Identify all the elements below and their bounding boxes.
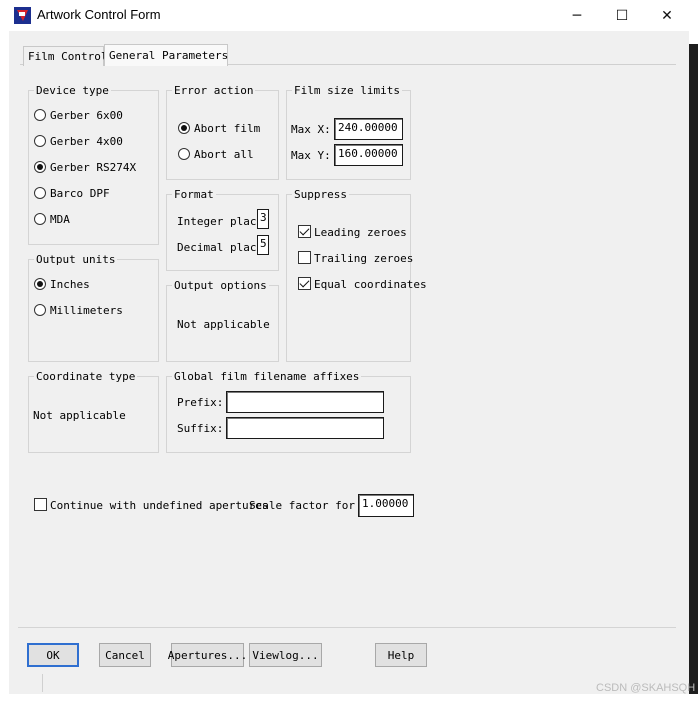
trailing-zeroes-label: Trailing zeroes <box>314 252 414 265</box>
device-gerber-rs274x-radio[interactable] <box>34 161 46 173</box>
output-options-label: Output options <box>172 279 269 292</box>
decimal-places-input[interactable]: 5 <box>257 235 269 255</box>
error-action-group <box>166 90 279 180</box>
continue-undefined-apertures-checkbox[interactable] <box>34 498 47 511</box>
watermark-text: CSDN @SKAHSQH <box>596 682 696 694</box>
format-group <box>166 194 279 271</box>
status-bar-separator <box>42 674 43 692</box>
app-icon <box>14 7 31 24</box>
coordinate-type-text: Not applicable <box>33 409 126 422</box>
leading-zeroes-label: Leading zeroes <box>314 226 407 239</box>
tab-film-control[interactable]: Film Control <box>23 46 108 66</box>
prefix-label: Prefix: <box>177 396 224 409</box>
footer-separator <box>18 627 676 628</box>
background-strip <box>689 44 698 694</box>
trailing-zeroes-checkbox[interactable] <box>298 251 311 264</box>
device-gerber-6x00-radio[interactable] <box>34 109 46 121</box>
inches-label: Inches <box>50 278 90 291</box>
device-barco-dpf-radio[interactable] <box>34 187 46 199</box>
continue-undefined-apertures-label: Continue with undefined apertures <box>50 499 269 512</box>
suffix-input[interactable] <box>226 417 384 439</box>
decimal-places-label: Decimal places <box>177 241 256 254</box>
error-action-label: Error action <box>172 84 256 97</box>
window-title: Artwork Control Form <box>37 7 161 22</box>
scale-factor-input[interactable]: 1.00000 <box>358 494 414 517</box>
max-x-input[interactable]: 240.00000 <box>334 118 403 140</box>
window-border-left <box>0 31 9 702</box>
maximize-icon[interactable]: ☐ <box>599 0 645 31</box>
close-icon[interactable]: ✕ <box>644 0 690 31</box>
abort-film-radio[interactable] <box>178 122 190 134</box>
suffix-label: Suffix: <box>177 422 224 435</box>
output-options-text: Not applicable <box>177 318 270 331</box>
output-units-label: Output units <box>34 253 118 266</box>
leading-zeroes-checkbox[interactable] <box>298 225 311 238</box>
film-size-limits-label: Film size limits <box>292 84 402 97</box>
device-option-label: MDA <box>50 213 70 226</box>
tab-label: Film Control <box>28 50 108 63</box>
ok-button[interactable]: OK <box>27 643 79 667</box>
max-y-input[interactable]: 160.00000 <box>334 144 403 166</box>
abort-film-label: Abort film <box>194 122 261 135</box>
inches-radio[interactable] <box>34 278 46 290</box>
affixes-label: Global film filename affixes <box>172 370 362 383</box>
minimize-icon[interactable]: ─ <box>554 0 600 31</box>
device-mda-radio[interactable] <box>34 213 46 225</box>
millimeters-radio[interactable] <box>34 304 46 316</box>
equal-coordinates-label: Equal coordinates <box>314 278 427 291</box>
tab-label: General Parameters <box>109 49 229 62</box>
tab-general-parameters[interactable]: General Parameters <box>104 44 228 66</box>
cancel-button[interactable]: Cancel <box>99 643 151 667</box>
coordinate-type-label: Coordinate type <box>34 370 138 383</box>
window-border-bottom <box>0 694 698 702</box>
apertures-button[interactable]: Apertures... <box>168 643 247 667</box>
integer-places-input[interactable]: 3 <box>257 209 269 229</box>
help-button[interactable]: Help <box>375 643 427 667</box>
device-gerber-4x00-radio[interactable] <box>34 135 46 147</box>
integer-places-label: Integer places <box>177 215 256 228</box>
equal-coordinates-checkbox[interactable] <box>298 277 311 290</box>
prefix-input[interactable] <box>226 391 384 413</box>
device-type-label: Device type <box>34 84 111 97</box>
viewlog-button[interactable]: Viewlog... <box>249 643 322 667</box>
max-x-label: Max X: <box>291 123 331 136</box>
suppress-label: Suppress <box>292 188 349 201</box>
abort-all-label: Abort all <box>194 148 254 161</box>
millimeters-label: Millimeters <box>50 304 123 317</box>
format-label: Format <box>172 188 216 201</box>
affixes-group <box>166 376 411 453</box>
device-option-label: Gerber 4x00 <box>50 135 123 148</box>
abort-all-radio[interactable] <box>178 148 190 160</box>
device-option-label: Gerber RS274X <box>50 161 137 174</box>
scale-factor-label: Scale factor for output <box>249 499 358 512</box>
max-y-label: Max Y: <box>291 149 331 162</box>
device-option-label: Gerber 6x00 <box>50 109 123 122</box>
device-option-label: Barco DPF <box>50 187 110 200</box>
